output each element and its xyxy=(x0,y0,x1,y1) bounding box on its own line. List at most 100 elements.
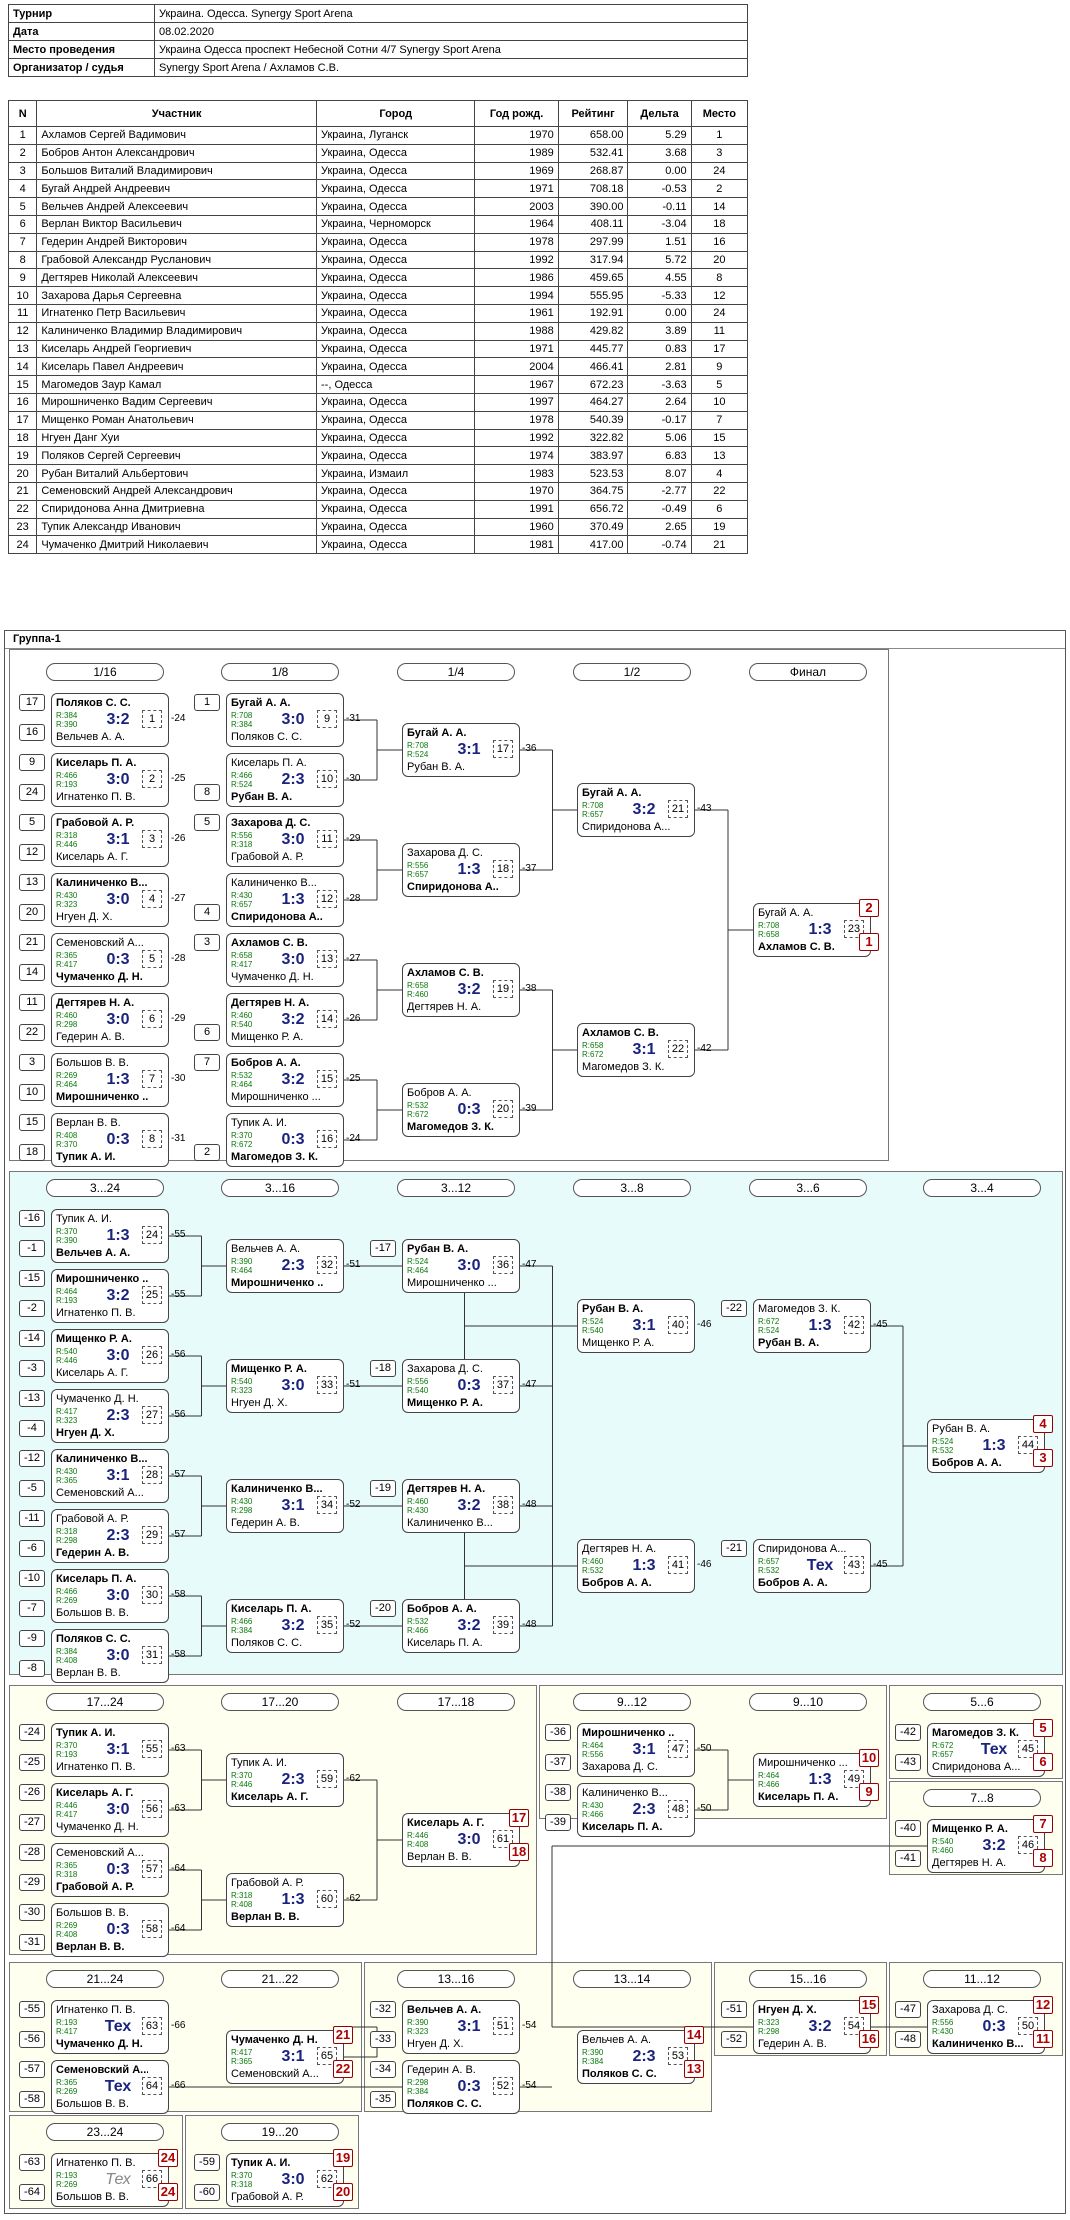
match-box: Рубан В. А. R:524 R:464 3:0 Мирошниченко ...… xyxy=(402,1239,520,1293)
match-box: Калиниченко В... R:430 R:323 3:0 Нгуен Д. Х.… xyxy=(51,873,169,927)
loser-ref: -50 xyxy=(697,1743,712,1754)
rating-top: R:708 xyxy=(231,711,253,720)
table-cell: 2 xyxy=(690,179,749,199)
table-cell: -0.11 xyxy=(627,197,692,216)
match-box: Захарова Д. С. R:556 R:657 1:3 Спиридонова А… xyxy=(402,843,520,897)
player-top: Калиниченко В... xyxy=(582,1787,668,1799)
player-top: Мирошниченко ... xyxy=(758,1757,848,1769)
match-box: Магомедов З. К. R:672 R:657 Тех Спиридонова … xyxy=(927,1723,1045,1777)
table-row: 3 Большов Виталий Владимирович Украина, Од… xyxy=(7,161,749,181)
rating-bottom: R:417 xyxy=(56,1810,78,1819)
match-box: Дегтярев Н. А. R:460 R:430 3:2 Калиниченко В… xyxy=(402,1479,520,1533)
table-cell: 555.95 xyxy=(557,286,629,305)
rating-top: R:532 xyxy=(231,1071,253,1080)
table-cell: Украина, Одесса xyxy=(315,321,476,341)
round-header: 3...6 xyxy=(749,1179,867,1197)
table-cell: -0.17 xyxy=(627,410,692,430)
table-cell: 20 xyxy=(690,250,749,270)
round-header: 17...18 xyxy=(397,1693,515,1711)
match-box: Бугай А. А. R:708 R:657 3:2 Спиридонова А...… xyxy=(577,783,695,837)
match-score: 3:2 xyxy=(281,1011,305,1028)
place-badge: 8 xyxy=(1033,1849,1053,1867)
seed-box: -3 xyxy=(19,1360,45,1377)
rating-top: R:672 xyxy=(758,1317,780,1326)
match-score: 0:3 xyxy=(106,1131,130,1148)
player-top: Калиниченко В... xyxy=(56,877,148,889)
table-row: 19 Поляков Сергей Сергеевич Украина, Одесс… xyxy=(7,446,749,466)
table-cell: 192.91 xyxy=(557,303,629,323)
round-header: 11...12 xyxy=(923,1970,1041,1988)
player-bottom: Грабовой А. Р. xyxy=(231,851,304,863)
match-box: Грабовой А. Р. R:318 R:298 2:3 Гедерин А. В.… xyxy=(51,1509,169,1563)
loser-ref: -27 xyxy=(171,893,186,904)
rating-top: R:384 xyxy=(56,711,78,720)
table-cell: 1992 xyxy=(474,428,559,448)
table-cell: 1 xyxy=(7,126,38,145)
table-cell: 18 xyxy=(690,214,749,234)
match-number: 56 xyxy=(142,1800,162,1818)
loser-ref: -62 xyxy=(346,1893,361,1904)
seed-box: -33 xyxy=(370,2031,396,2048)
rating-top: R:446 xyxy=(407,1831,429,1840)
rating-bottom: R:408 xyxy=(407,1840,429,1849)
table-cell: 317.94 xyxy=(557,250,629,270)
loser-ref: -57 xyxy=(171,1469,186,1480)
match-box: Ахламов С. В. R:658 R:672 3:1 Магомедов З. К… xyxy=(577,1023,695,1077)
rating-bottom: R:540 xyxy=(582,1326,604,1335)
place-badge: 5 xyxy=(1033,1719,1053,1737)
table-cell: 4 xyxy=(7,179,38,199)
match-score: 3:1 xyxy=(106,831,130,848)
player-top: Вельчев А. А. xyxy=(582,2034,652,2046)
loser-ref: -43 xyxy=(697,803,712,814)
table-cell: 1978 xyxy=(474,232,559,252)
match-box: Поляков С. С. R:384 R:408 3:0 Верлан В. В. 31 xyxy=(51,1629,169,1683)
match-number: 1 xyxy=(142,710,162,728)
player-top: Верлан В. В. xyxy=(56,1117,121,1129)
player-bottom: Нгуен Д. Х. xyxy=(231,1397,288,1409)
match-score: 3:0 xyxy=(106,1347,130,1364)
table-cell: 445.77 xyxy=(557,339,629,359)
rating-top: R:460 xyxy=(582,1557,604,1566)
match-score: 2:3 xyxy=(106,1407,130,1424)
match-score: 3:0 xyxy=(106,1587,130,1604)
player-top: Киселарь А. Г. xyxy=(56,1787,134,1799)
table-cell: 8.07 xyxy=(627,464,692,483)
match-box: Семеновский А... R:365 R:318 0:3 Грабовой А.… xyxy=(51,1843,169,1897)
round-header: 17...24 xyxy=(46,1693,164,1711)
table-cell: -3.04 xyxy=(627,214,692,234)
table-cell: 1974 xyxy=(474,446,559,466)
table-cell: 1964 xyxy=(474,214,559,234)
loser-ref: -45 xyxy=(873,1319,888,1330)
info-key: Дата xyxy=(8,22,155,41)
player-top: Магомедов З. К. xyxy=(758,1303,841,1315)
seed-box: -59 xyxy=(194,2154,220,2171)
player-bottom: Чумаченко Д. Н. xyxy=(231,971,314,983)
table-cell: Спиридонова Анна Дмитриевна xyxy=(36,499,317,519)
rating-top: R:657 xyxy=(758,1557,780,1566)
player-top: Спиридонова А... xyxy=(758,1543,847,1555)
seed-box: -40 xyxy=(895,1820,921,1837)
match-number: 42 xyxy=(844,1316,864,1334)
table-cell: 417.00 xyxy=(557,535,629,555)
player-top: Поляков С. С. xyxy=(56,697,131,709)
rating-top: R:365 xyxy=(56,2078,78,2087)
seed-box: -8 xyxy=(19,1660,45,1677)
rating-bottom: R:318 xyxy=(231,2180,253,2189)
seed-box: -21 xyxy=(721,1540,747,1557)
match-number: 32 xyxy=(317,1256,337,1274)
column-header: Участник xyxy=(36,100,317,127)
table-cell: Поляков Сергей Сергеевич xyxy=(36,446,317,466)
table-cell: Украина, Одесса xyxy=(315,499,476,519)
player-top: Семеновский А... xyxy=(56,937,144,949)
place-badge: 20 xyxy=(333,2183,353,2201)
player-top: Бобров А. А. xyxy=(407,1087,472,1099)
rating-top: R:430 xyxy=(231,1497,253,1506)
player-bottom: Магомедов З. К. xyxy=(407,1121,494,1133)
table-cell: 708.18 xyxy=(557,179,629,199)
seed-box: -2 xyxy=(19,1300,45,1317)
table-cell: 1983 xyxy=(474,464,559,483)
rating-bottom: R:193 xyxy=(56,780,78,789)
table-row: 9 Дегтярев Николай Алексеевич Украина, Оде… xyxy=(7,268,749,288)
table-cell: 2003 xyxy=(474,197,559,216)
player-top: Дегтярев Н. А. xyxy=(231,997,310,1009)
